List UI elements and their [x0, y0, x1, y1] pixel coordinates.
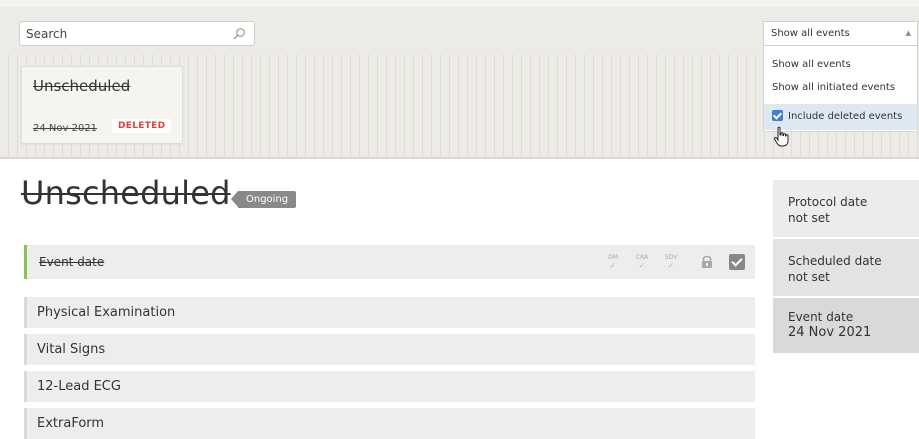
scheduled-date-value: not set: [788, 270, 830, 284]
sdv-verify-icon[interactable]: SDV ✓: [663, 254, 679, 270]
event-card-title: Unscheduled: [33, 77, 131, 95]
protocol-date-value: not set: [788, 211, 830, 225]
deleted-badge: DELETED: [112, 119, 172, 133]
search-input[interactable]: [26, 26, 226, 42]
form-row[interactable]: Vital Signs: [24, 334, 755, 365]
event-date-row[interactable]: Event date DM ✓ CRA ✓ SDV ✓: [24, 245, 755, 279]
event-date-side-label: Event date: [788, 310, 854, 324]
event-filter-selected: Show all events: [771, 28, 850, 39]
checkbox-icon[interactable]: [729, 254, 745, 270]
checkbox-checked-icon[interactable]: [772, 110, 783, 121]
form-label: Vital Signs: [37, 342, 106, 357]
check-icon: ✓: [667, 261, 675, 270]
form-row[interactable]: Physical Examination: [24, 297, 755, 328]
form-row[interactable]: 12-Lead ECG: [24, 371, 755, 402]
search-icon[interactable]: [232, 27, 246, 41]
page-title: Unscheduled: [21, 174, 231, 212]
event-dates-panel: Protocol date not set Scheduled date not…: [773, 180, 919, 353]
form-label: 12-Lead ECG: [37, 379, 121, 394]
caret-up-icon: ▲: [905, 29, 911, 37]
hand-cursor-icon: [773, 126, 789, 147]
event-date-box: Event date 24 Nov 2021: [773, 298, 919, 353]
event-filter-select[interactable]: Show all events ▲: [763, 21, 918, 46]
protocol-date-label: Protocol date: [788, 195, 868, 209]
include-deleted-label: Include deleted events: [788, 111, 903, 122]
status-badge: Ongoing: [230, 191, 297, 208]
sdv-verify-label: SDV: [664, 254, 678, 261]
event-card-date: 24 Nov 2021: [33, 123, 98, 134]
form-label: ExtraForm: [37, 416, 105, 431]
form-label: Physical Examination: [37, 305, 176, 320]
form-row[interactable]: ExtraForm: [24, 408, 755, 439]
protocol-date-box: Protocol date not set: [773, 180, 919, 239]
scheduled-date-label: Scheduled date: [788, 254, 882, 268]
dm-verify-label: DM: [608, 254, 618, 261]
event-date-side-value: 24 Nov 2021: [788, 325, 872, 340]
check-icon: ✓: [609, 261, 617, 270]
search-box[interactable]: [19, 21, 255, 46]
cra-verify-icon[interactable]: CRA ✓: [634, 254, 650, 270]
scheduled-date-box: Scheduled date not set: [773, 239, 919, 298]
menu-item-show-initiated-events[interactable]: Show all initiated events: [764, 75, 917, 101]
event-filter-menu: Show all events Show all initiated event…: [763, 46, 918, 132]
event-date-label: Event date: [39, 255, 105, 269]
dm-verify-icon[interactable]: DM ✓: [605, 254, 621, 270]
lock-icon[interactable]: [700, 254, 714, 270]
check-icon: ✓: [638, 261, 646, 270]
cra-verify-label: CRA: [635, 254, 649, 261]
event-card[interactable]: Unscheduled 24 Nov 2021 DELETED: [21, 66, 183, 144]
